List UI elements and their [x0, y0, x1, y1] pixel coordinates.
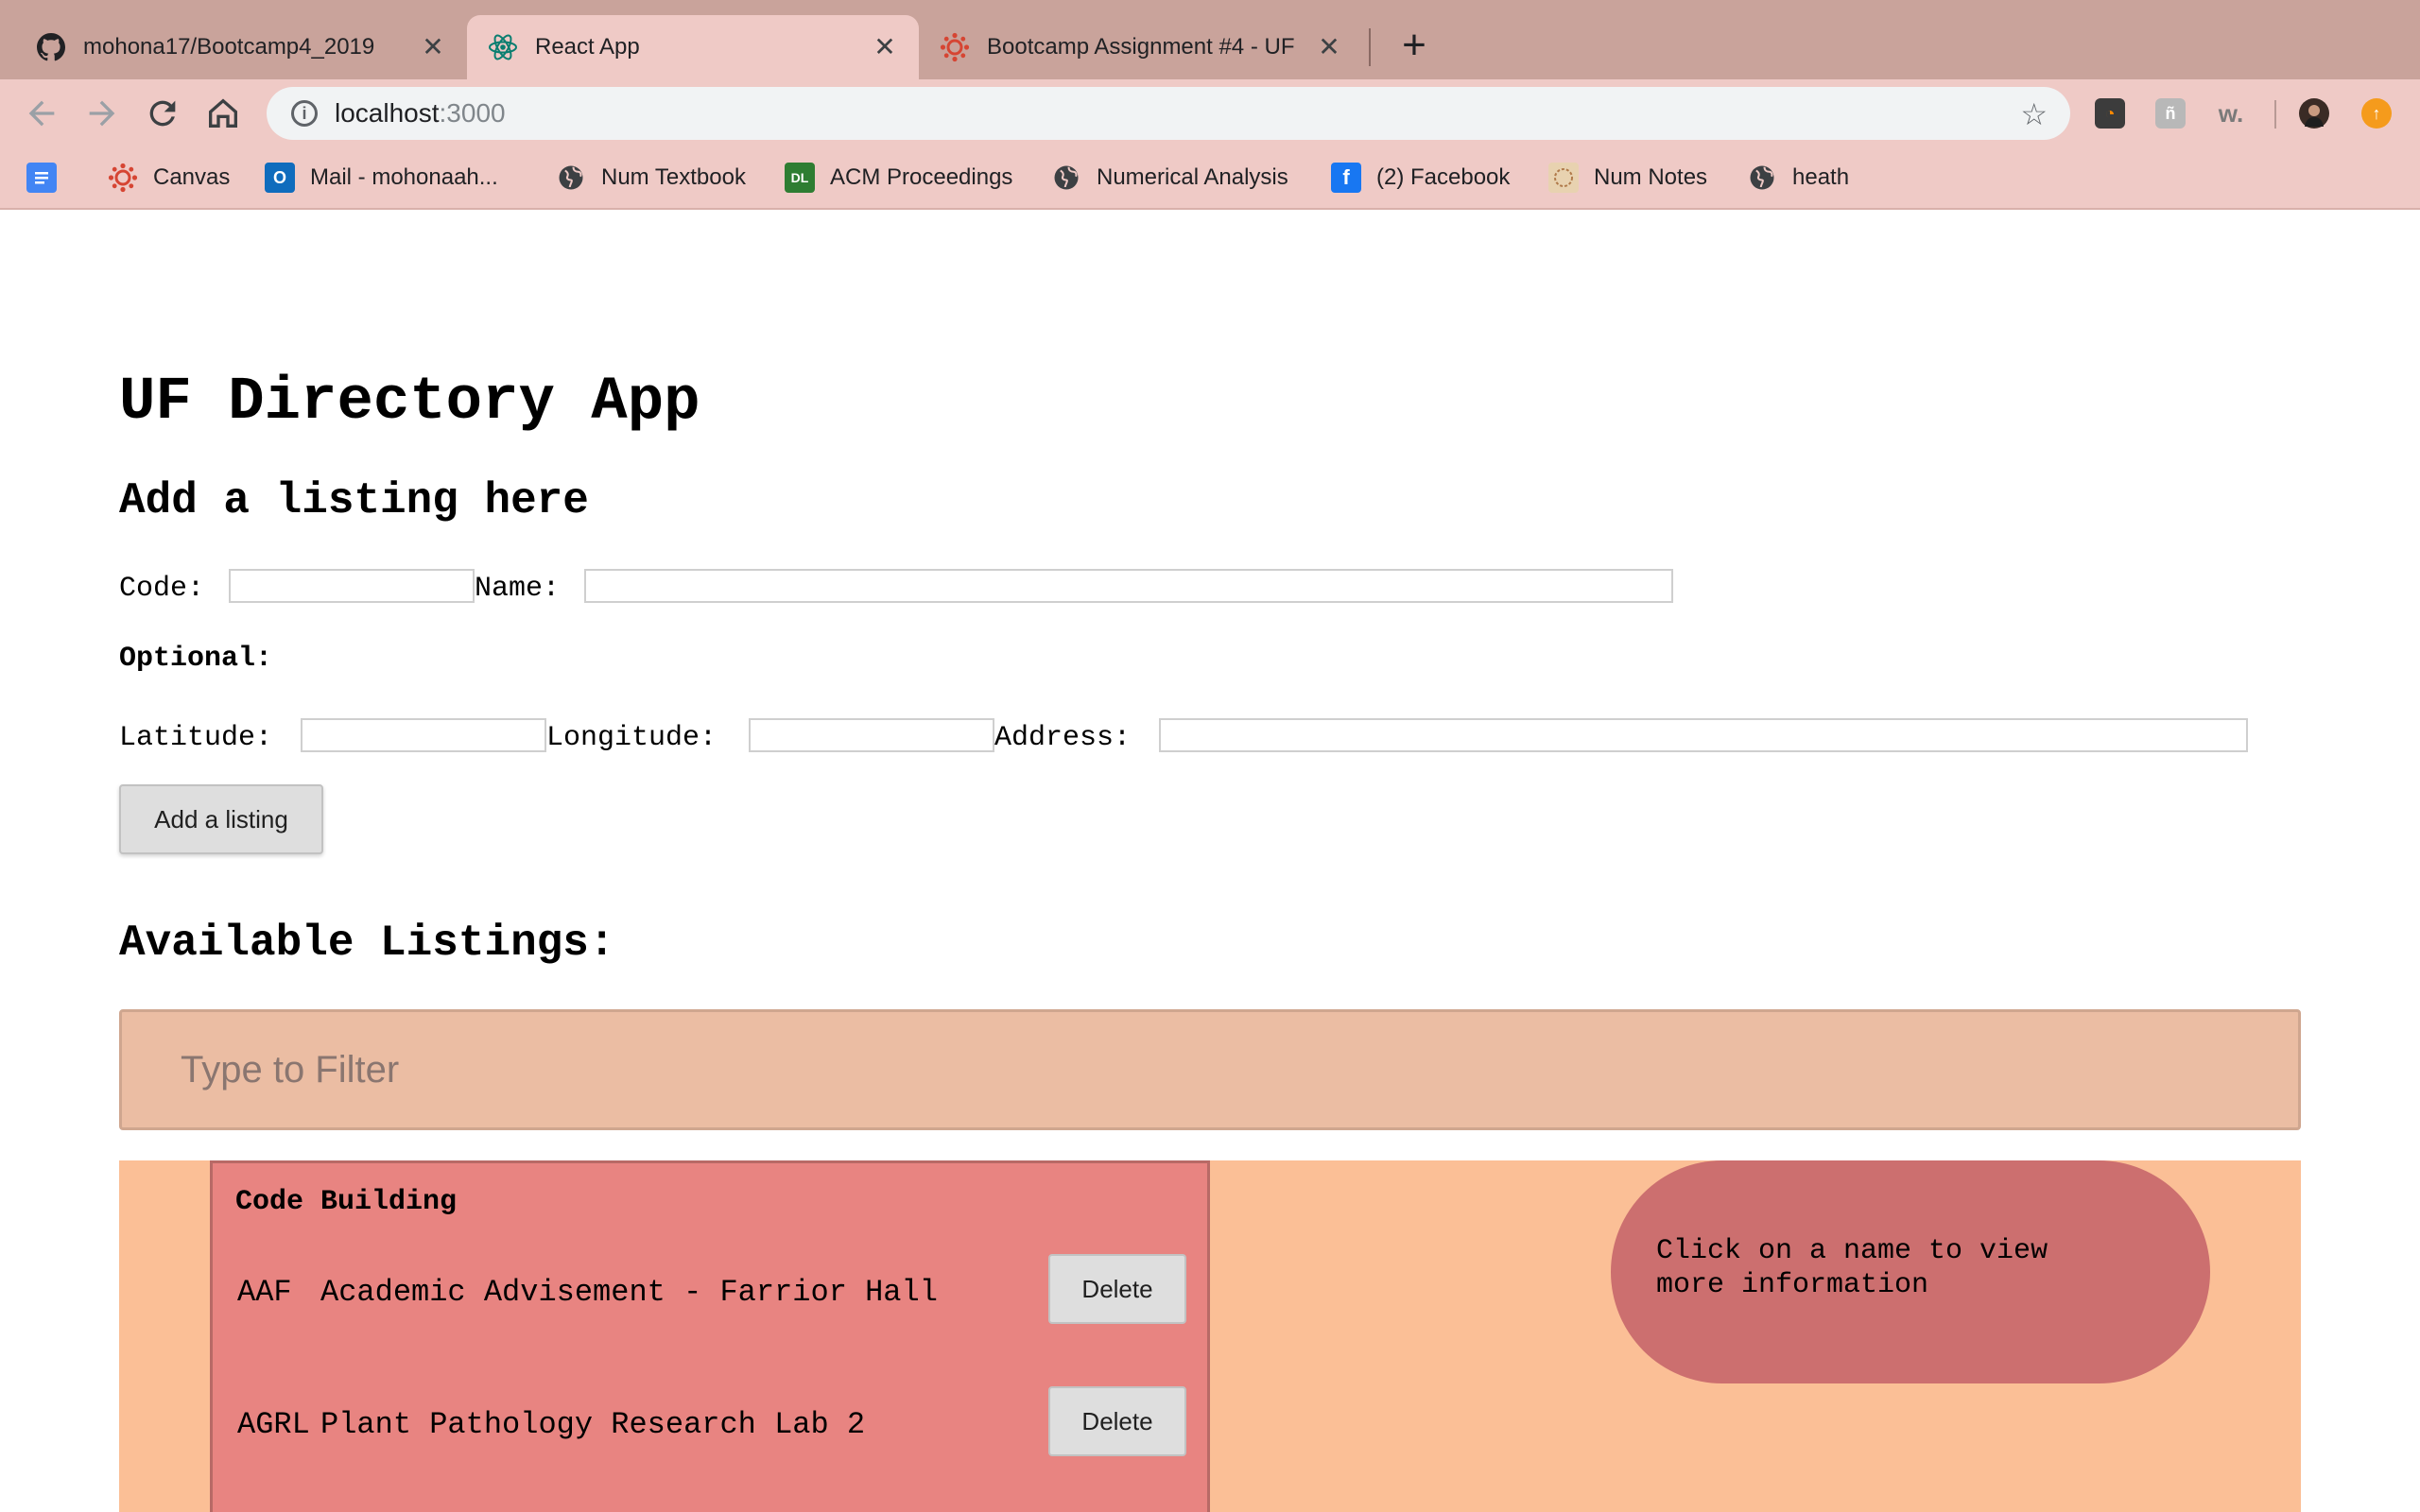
optional-label: Optional:	[119, 643, 273, 675]
back-arrow-icon	[28, 100, 55, 127]
page-content: UF Directory App Add a listing here Code…	[0, 210, 2420, 1512]
canvas-icon	[108, 163, 138, 193]
profile-avatar[interactable]	[2299, 98, 2329, 129]
longitude-input[interactable]	[749, 718, 994, 752]
bookmark-label: Mail - mohonaah...	[310, 164, 498, 190]
address-label: Address:	[994, 722, 1132, 754]
update-arrow-icon[interactable]: ↑	[2361, 98, 2392, 129]
close-icon[interactable]: ✕	[1316, 34, 1342, 60]
table-header: Code Building	[235, 1186, 458, 1218]
tab-title: React App	[535, 34, 640, 60]
extension-w-icon[interactable]: w.	[2216, 98, 2246, 129]
listing-name[interactable]: Plant Pathology Research Lab 2	[320, 1407, 865, 1442]
listings-table: Code Building AAF Academic Advisement - …	[210, 1160, 1210, 1512]
bookmark-num-textbook[interactable]: Num Textbook	[556, 159, 746, 197]
browser-toolbar: i localhost :3000 ☆ ◔ ñ w. ↑	[0, 79, 2420, 147]
tab-title: mohona17/Bootcamp4_2019	[83, 34, 375, 60]
bookmark-facebook[interactable]: f (2) Facebook	[1331, 159, 1510, 197]
bookmark-google-docs[interactable]	[26, 159, 72, 197]
bookmark-label: Canvas	[153, 164, 231, 190]
tab-react-app[interactable]: React App ✕	[467, 15, 919, 79]
filter-input[interactable]	[181, 1048, 2298, 1091]
bookmark-label: Numerical Analysis	[1097, 164, 1288, 190]
info-icon[interactable]: i	[291, 100, 318, 127]
tab-bootcamp-assignment[interactable]: Bootcamp Assignment #4 - UF ✕	[919, 15, 1363, 79]
react-icon	[488, 32, 518, 62]
forward-button[interactable]	[83, 94, 121, 132]
forward-arrow-icon	[89, 100, 115, 127]
bookmark-label: ACM Proceedings	[830, 164, 1013, 190]
extension-honey-icon[interactable]: ◔	[2095, 98, 2125, 129]
facebook-icon: f	[1331, 163, 1361, 193]
home-button[interactable]	[204, 94, 242, 132]
globe-icon	[556, 163, 586, 193]
available-listings-heading: Available Listings:	[119, 919, 615, 968]
bookmark-mail[interactable]: O Mail - mohonaah...	[265, 159, 498, 197]
tab-title: Bootcamp Assignment #4 - UF	[987, 34, 1295, 60]
delete-button[interactable]: Delete	[1048, 1386, 1186, 1456]
address-bar[interactable]: i localhost :3000 ☆	[267, 87, 2070, 140]
latitude-label: Latitude:	[119, 722, 273, 754]
close-icon[interactable]: ✕	[872, 34, 898, 60]
listing-code: AGRL	[237, 1407, 310, 1442]
bookmark-star-icon[interactable]: ☆	[2020, 96, 2048, 132]
page-title: UF Directory App	[119, 369, 700, 437]
code-label: Code:	[119, 573, 205, 605]
new-tab-button[interactable]: +	[1395, 25, 1433, 66]
info-panel: Click on a name to view more information	[1611, 1160, 2210, 1383]
listings-area: Code Building AAF Academic Advisement - …	[119, 1160, 2301, 1512]
bookmark-heath[interactable]: heath	[1747, 159, 1849, 197]
bookmark-label: Num Textbook	[601, 164, 746, 190]
back-button[interactable]	[23, 94, 60, 132]
add-listing-heading: Add a listing here	[119, 476, 589, 525]
bookmark-acm-proceedings[interactable]: DL ACM Proceedings	[785, 159, 1012, 197]
bookmark-label: Num Notes	[1594, 164, 1708, 190]
close-icon[interactable]: ✕	[420, 34, 446, 60]
globe-icon	[1747, 163, 1777, 193]
docs-icon	[26, 163, 57, 193]
name-label: Name:	[475, 573, 561, 605]
outlook-icon: O	[265, 163, 295, 193]
listing-name[interactable]: Academic Advisement - Farrior Hall	[320, 1275, 938, 1310]
bookmark-label: heath	[1792, 164, 1850, 190]
github-icon	[36, 32, 66, 62]
longitude-label: Longitude:	[546, 722, 717, 754]
tab-github[interactable]: mohona17/Bootcamp4_2019 ✕	[15, 15, 467, 79]
add-listing-button[interactable]: Add a listing	[119, 784, 323, 854]
address-input[interactable]	[1159, 718, 2248, 752]
bookmark-num-notes[interactable]: Num Notes	[1548, 159, 1707, 197]
reload-icon	[149, 100, 176, 127]
latitude-input[interactable]	[301, 718, 546, 752]
home-icon	[209, 98, 237, 128]
globe-icon	[1051, 163, 1081, 193]
reload-button[interactable]	[144, 94, 182, 132]
delete-button[interactable]: Delete	[1048, 1254, 1186, 1324]
notes-icon	[1548, 163, 1579, 193]
code-input[interactable]	[229, 569, 475, 603]
toolbar-separator	[2274, 100, 2276, 129]
listing-code: AAF	[237, 1275, 292, 1310]
filter-bar	[119, 1009, 2301, 1130]
url-host: localhost	[335, 98, 440, 128]
tab-separator	[1369, 28, 1371, 66]
name-input[interactable]	[584, 569, 1673, 603]
bookmarks-bar: Canvas O Mail - mohonaah... Num Textbook…	[0, 147, 2420, 210]
bookmark-canvas[interactable]: Canvas	[108, 159, 230, 197]
bookmark-numerical-analysis[interactable]: Numerical Analysis	[1051, 159, 1288, 197]
acm-icon: DL	[785, 163, 815, 193]
canvas-icon	[940, 32, 970, 62]
extension-reader-icon[interactable]: ñ	[2155, 98, 2186, 129]
url-port: :3000	[439, 98, 506, 128]
bookmark-label: (2) Facebook	[1376, 164, 1511, 190]
browser-tab-strip: mohona17/Bootcamp4_2019 ✕ React App ✕ Bo…	[0, 0, 2420, 79]
table-row[interactable]: AAF Academic Advisement - Farrior Hall D…	[213, 1254, 1207, 1326]
table-row[interactable]: AGRL Plant Pathology Research Lab 2 Dele…	[213, 1386, 1207, 1458]
